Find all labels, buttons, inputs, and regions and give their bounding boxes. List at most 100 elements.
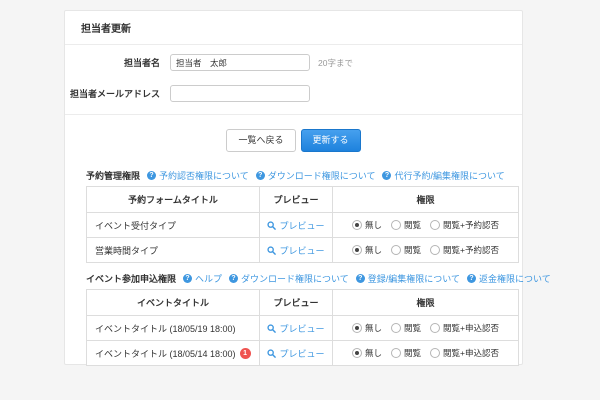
permission-radio-group: 無し 閲覧 閲覧+申込認否 bbox=[333, 347, 518, 359]
radio-checked-icon bbox=[352, 348, 362, 358]
update-staff-panel: 担当者更新 担当者名 20字まで 担当者メールアドレス 一覧へ戻る 更新する 予… bbox=[64, 10, 523, 365]
preview-link[interactable]: プレビュー bbox=[267, 322, 324, 335]
permission-radio-none[interactable]: 無し bbox=[352, 347, 382, 359]
table-row: 営業時間タイプ プレビュー 無し 閲覧 閲覧+予約認否 bbox=[87, 238, 519, 263]
form-actions: 一覧へ戻る 更新する bbox=[65, 115, 522, 153]
radio-unchecked-icon bbox=[430, 220, 440, 230]
permission-radio-none[interactable]: 無し bbox=[352, 219, 382, 231]
search-icon bbox=[267, 349, 276, 358]
table-header-row: イベントタイトル プレビュー 権限 bbox=[87, 290, 519, 316]
column-header-preview: プレビュー bbox=[260, 187, 333, 213]
permission-radio-group: 無し 閲覧 閲覧+予約認否 bbox=[333, 219, 518, 231]
permission-radio-group: 無し 閲覧 閲覧+申込認否 bbox=[333, 322, 518, 334]
event-application-permission-table: イベントタイトル プレビュー 権限 イベントタイトル (18/05/19 18:… bbox=[86, 289, 519, 366]
permission-radio-view[interactable]: 閲覧 bbox=[391, 219, 421, 231]
permission-radio-group: 無し 閲覧 閲覧+予約認否 bbox=[333, 244, 518, 256]
radio-label: 閲覧+予約認否 bbox=[443, 244, 499, 256]
reservation-permission-table: 予約フォームタイトル プレビュー 権限 イベント受付タイプ プレビュー bbox=[86, 186, 519, 263]
permission-radio-view[interactable]: 閲覧 bbox=[391, 244, 421, 256]
help-link-label: 登録/編集権限について bbox=[368, 272, 460, 285]
help-link-refund[interactable]: ? 返金権限について bbox=[467, 272, 551, 285]
preview-link[interactable]: プレビュー bbox=[267, 347, 324, 360]
help-link-register-edit[interactable]: ? 登録/編集権限について bbox=[356, 272, 460, 285]
radio-label: 無し bbox=[365, 219, 382, 231]
form-row-name: 担当者名 20字まで bbox=[65, 53, 522, 72]
permissions-content: 予約管理権限 ? 予約認否権限について ? ダウンロード権限について ? 代行予… bbox=[65, 169, 522, 366]
name-field[interactable] bbox=[170, 54, 310, 71]
radio-label: 無し bbox=[365, 347, 382, 359]
help-link-help[interactable]: ? ヘルプ bbox=[183, 272, 222, 285]
permission-radio-none[interactable]: 無し bbox=[352, 244, 382, 256]
radio-unchecked-icon bbox=[391, 323, 401, 333]
table-header-row: 予約フォームタイトル プレビュー 権限 bbox=[87, 187, 519, 213]
event-title-text: イベントタイトル (18/05/19 18:00) bbox=[95, 322, 236, 335]
table-row: イベント受付タイプ プレビュー 無し 閲覧 閲覧+予約認否 bbox=[87, 213, 519, 238]
radio-unchecked-icon bbox=[391, 220, 401, 230]
permission-radio-view[interactable]: 閲覧 bbox=[391, 347, 421, 359]
staff-form: 担当者名 20字まで 担当者メールアドレス bbox=[65, 45, 522, 115]
radio-label: 閲覧 bbox=[404, 244, 421, 256]
question-circle-icon: ? bbox=[382, 171, 391, 180]
question-circle-icon: ? bbox=[467, 274, 476, 283]
permission-radio-view-approve[interactable]: 閲覧+申込認否 bbox=[430, 347, 499, 359]
permission-radio-view[interactable]: 閲覧 bbox=[391, 322, 421, 334]
column-header-preview: プレビュー bbox=[260, 290, 333, 316]
section-title: 予約管理権限 bbox=[86, 169, 140, 182]
preview-link-label: プレビュー bbox=[279, 219, 324, 232]
update-button[interactable]: 更新する bbox=[301, 129, 361, 152]
radio-label: 閲覧 bbox=[404, 322, 421, 334]
table-row: イベントタイトル (18/05/19 18:00) プレビュー 無し 閲覧 bbox=[87, 316, 519, 341]
event-application-permission-header: イベント参加申込権限 ? ヘルプ ? ダウンロード権限について ? 登録/編集権… bbox=[86, 272, 522, 285]
help-link-proxy-edit[interactable]: ? 代行予約/編集権限について bbox=[382, 169, 504, 182]
permission-radio-view-approve[interactable]: 閲覧+予約認否 bbox=[430, 219, 499, 231]
radio-label: 閲覧+申込認否 bbox=[443, 347, 499, 359]
radio-label: 無し bbox=[365, 244, 382, 256]
name-label: 担当者名 bbox=[65, 56, 160, 69]
permission-radio-view-approve[interactable]: 閲覧+申込認否 bbox=[430, 322, 499, 334]
help-link-label: ダウンロード権限について bbox=[268, 169, 376, 182]
help-link-label: 代行予約/編集権限について bbox=[394, 169, 504, 182]
question-circle-icon: ? bbox=[356, 274, 365, 283]
column-header-permission: 権限 bbox=[333, 187, 519, 213]
radio-unchecked-icon bbox=[391, 245, 401, 255]
radio-label: 閲覧 bbox=[404, 219, 421, 231]
help-link-label: ダウンロード権限について bbox=[241, 272, 349, 285]
help-link-label: 予約認否権限について bbox=[159, 169, 249, 182]
form-title-cell: 営業時間タイプ bbox=[87, 238, 260, 263]
page-title: 担当者更新 bbox=[81, 20, 131, 35]
table-row: イベントタイトル (18/05/14 18:00) 1 プレビュー bbox=[87, 341, 519, 366]
event-title-text: イベントタイトル (18/05/14 18:00) bbox=[95, 347, 236, 360]
permission-radio-none[interactable]: 無し bbox=[352, 322, 382, 334]
help-link-approval[interactable]: ? 予約認否権限について bbox=[147, 169, 249, 182]
panel-header: 担当者更新 bbox=[65, 11, 522, 45]
column-header-form-title: 予約フォームタイトル bbox=[87, 187, 260, 213]
preview-link-label: プレビュー bbox=[279, 322, 324, 335]
search-icon bbox=[267, 221, 276, 230]
search-icon bbox=[267, 324, 276, 333]
reservation-permission-header: 予約管理権限 ? 予約認否権限について ? ダウンロード権限について ? 代行予… bbox=[86, 169, 522, 182]
radio-label: 無し bbox=[365, 322, 382, 334]
column-header-permission: 権限 bbox=[333, 290, 519, 316]
help-link-download[interactable]: ? ダウンロード権限について bbox=[229, 272, 349, 285]
email-field[interactable] bbox=[170, 85, 310, 102]
question-circle-icon: ? bbox=[147, 171, 156, 180]
help-link-download[interactable]: ? ダウンロード権限について bbox=[256, 169, 376, 182]
question-circle-icon: ? bbox=[183, 274, 192, 283]
question-circle-icon: ? bbox=[229, 274, 238, 283]
preview-link[interactable]: プレビュー bbox=[267, 219, 324, 232]
preview-link[interactable]: プレビュー bbox=[267, 244, 324, 257]
back-to-list-button[interactable]: 一覧へ戻る bbox=[226, 129, 295, 152]
column-header-event-title: イベントタイトル bbox=[87, 290, 260, 316]
question-circle-icon: ? bbox=[256, 171, 265, 180]
radio-checked-icon bbox=[352, 323, 362, 333]
preview-link-label: プレビュー bbox=[279, 347, 324, 360]
radio-checked-icon bbox=[352, 245, 362, 255]
form-title-cell: イベント受付タイプ bbox=[87, 213, 260, 238]
radio-unchecked-icon bbox=[430, 323, 440, 333]
help-link-label: ヘルプ bbox=[195, 272, 222, 285]
search-icon bbox=[267, 246, 276, 255]
radio-unchecked-icon bbox=[430, 245, 440, 255]
permission-radio-view-approve[interactable]: 閲覧+予約認否 bbox=[430, 244, 499, 256]
notification-count-badge: 1 bbox=[240, 348, 251, 359]
radio-checked-icon bbox=[352, 220, 362, 230]
